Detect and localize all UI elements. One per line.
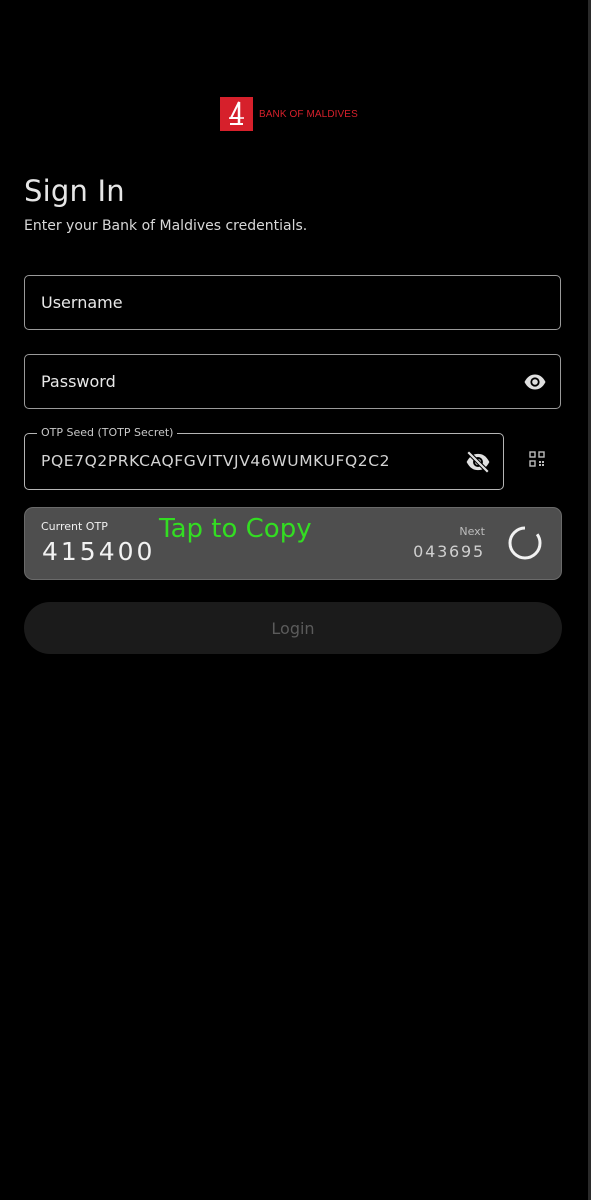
username-input[interactable]: [25, 276, 501, 329]
otp-seed-label: OTP Seed (TOTP Secret): [37, 425, 178, 441]
bank-logo: BANK OF MALDIVES: [220, 97, 358, 131]
otp-seed-value[interactable]: PQE7Q2PRKCAQFGVITVJV46WUMKUFQ2C2: [41, 452, 390, 470]
eye-off-icon[interactable]: [465, 449, 491, 475]
eye-icon[interactable]: [522, 369, 548, 395]
bank-name: BANK OF MALDIVES: [259, 108, 358, 120]
current-otp-code[interactable]: 415400: [42, 537, 155, 566]
password-field[interactable]: [24, 354, 561, 409]
page-subtitle: Enter your Bank of Maldives credentials.: [24, 218, 308, 234]
next-otp-label: Next: [459, 525, 485, 538]
page-title: Sign In: [24, 174, 125, 208]
tap-to-copy-hint[interactable]: Tap to Copy: [159, 514, 312, 544]
otp-panel[interactable]: Current OTP 415400 Tap to Copy Next 0436…: [24, 507, 562, 580]
login-button[interactable]: Login: [24, 602, 562, 654]
otp-timer-ring: [508, 526, 542, 560]
current-otp-label: Current OTP: [41, 520, 108, 533]
bank-logo-mark: [220, 97, 253, 131]
username-field[interactable]: [24, 275, 561, 330]
next-otp-code: 043695: [413, 542, 485, 561]
otp-seed-field[interactable]: OTP Seed (TOTP Secret) PQE7Q2PRKCAQFGVIT…: [24, 425, 504, 490]
password-input[interactable]: [25, 355, 501, 408]
qr-code-icon[interactable]: [529, 451, 545, 467]
